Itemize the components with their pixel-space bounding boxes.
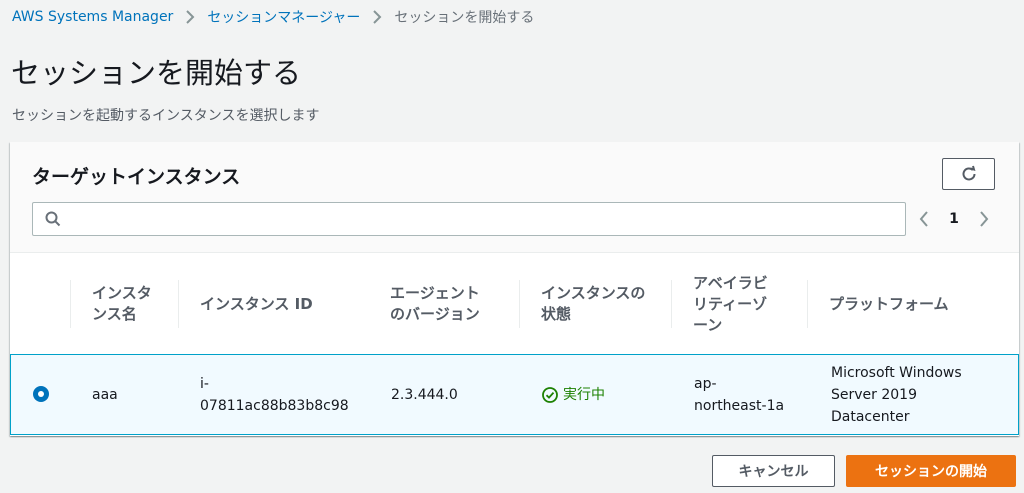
column-header-instance-state[interactable]: インスタンスの 状態 <box>519 254 671 354</box>
cell-instance-id: i- 07811ac88b83b8c98 <box>200 355 349 434</box>
cell-agent-version: 2.3.444.0 <box>391 386 458 403</box>
header-line: インスタンスの <box>541 284 646 302</box>
cell-availability-zone: ap- northeast-1a <box>694 355 784 434</box>
breadcrumb-session-manager[interactable]: セッションマネージャー <box>207 7 360 27</box>
refresh-icon <box>962 165 975 181</box>
header-line: エージェント <box>390 284 480 302</box>
panel-title: ターゲットインスタンス <box>32 166 241 188</box>
previous-page-icon[interactable] <box>914 209 934 229</box>
header-line: アベイラビ <box>693 273 768 292</box>
cell-platform: Microsoft Windows Server 2019 Datacenter <box>831 355 962 434</box>
page-description: セッションを起動するインスタンスを選択します <box>12 108 320 124</box>
cell-line: northeast-1a <box>694 397 785 414</box>
search-icon <box>45 211 61 227</box>
column-divider <box>178 280 179 328</box>
cell-line: Microsoft Windows <box>831 364 962 381</box>
start-session-button[interactable]: セッションの開始 <box>846 455 1016 487</box>
header-line: インスタンス ID <box>200 294 313 313</box>
radio-dot <box>38 391 44 397</box>
next-page-icon[interactable] <box>974 209 994 229</box>
column-header-availability-zone[interactable]: アベイラビ リティーゾ ーン <box>671 254 807 354</box>
chevron-right-icon <box>185 10 195 24</box>
refresh-button[interactable] <box>942 158 995 190</box>
header-line: プラットフォーム <box>829 294 949 313</box>
status-text: 実行中 <box>563 386 605 403</box>
page-title: セッションを開始する <box>11 56 302 90</box>
table-row[interactable]: aaa i- 07811ac88b83b8c98 2.3.444.0 実行中 a… <box>10 354 1019 435</box>
breadcrumb-current: セッションを開始する <box>394 10 535 26</box>
pagination: 1 <box>914 202 994 236</box>
cell-instance-state: 実行中 <box>542 355 605 434</box>
search-field[interactable] <box>32 202 906 236</box>
header-line: ンス名 <box>92 305 137 323</box>
header-line: インスタ <box>92 284 152 302</box>
column-divider <box>70 280 71 328</box>
breadcrumb: AWS Systems Manager セッションマネージャー セッションを開始… <box>12 6 534 28</box>
panel-header: ターゲットインスタンス 1 <box>10 142 1019 253</box>
column-header-instance-name[interactable]: インスタ ンス名 <box>70 254 180 354</box>
cell-line: 07811ac88b83b8c98 <box>200 397 349 414</box>
cell-line: i- <box>200 375 209 392</box>
header-line: のバージョン <box>390 305 480 323</box>
cell-line: Datacenter <box>831 408 910 425</box>
search-input[interactable] <box>69 203 899 235</box>
header-line: リティーゾ <box>693 294 768 313</box>
target-instances-panel: ターゲットインスタンス 1 インスタ ンス名 インスタンス ID エージェント … <box>10 142 1019 436</box>
cell-line: ap- <box>694 375 717 392</box>
breadcrumb-systems-manager[interactable]: AWS Systems Manager <box>12 9 173 25</box>
header-line: ーン <box>693 315 723 334</box>
row-select-radio[interactable] <box>33 386 49 402</box>
check-circle-icon <box>542 386 558 403</box>
cell-line: Server 2019 <box>831 386 917 403</box>
header-line: 状態 <box>541 305 572 323</box>
status-running: 実行中 <box>542 384 605 406</box>
chevron-right-icon <box>372 10 382 24</box>
column-header-agent-version[interactable]: エージェント のバージョン <box>368 254 520 354</box>
column-header-platform[interactable]: プラットフォーム <box>807 254 1017 354</box>
cancel-button[interactable]: キャンセル <box>712 455 835 487</box>
cell-instance-name: aaa <box>92 386 118 403</box>
page-number[interactable]: 1 <box>934 211 974 227</box>
column-header-instance-id[interactable]: インスタンス ID <box>178 254 368 354</box>
